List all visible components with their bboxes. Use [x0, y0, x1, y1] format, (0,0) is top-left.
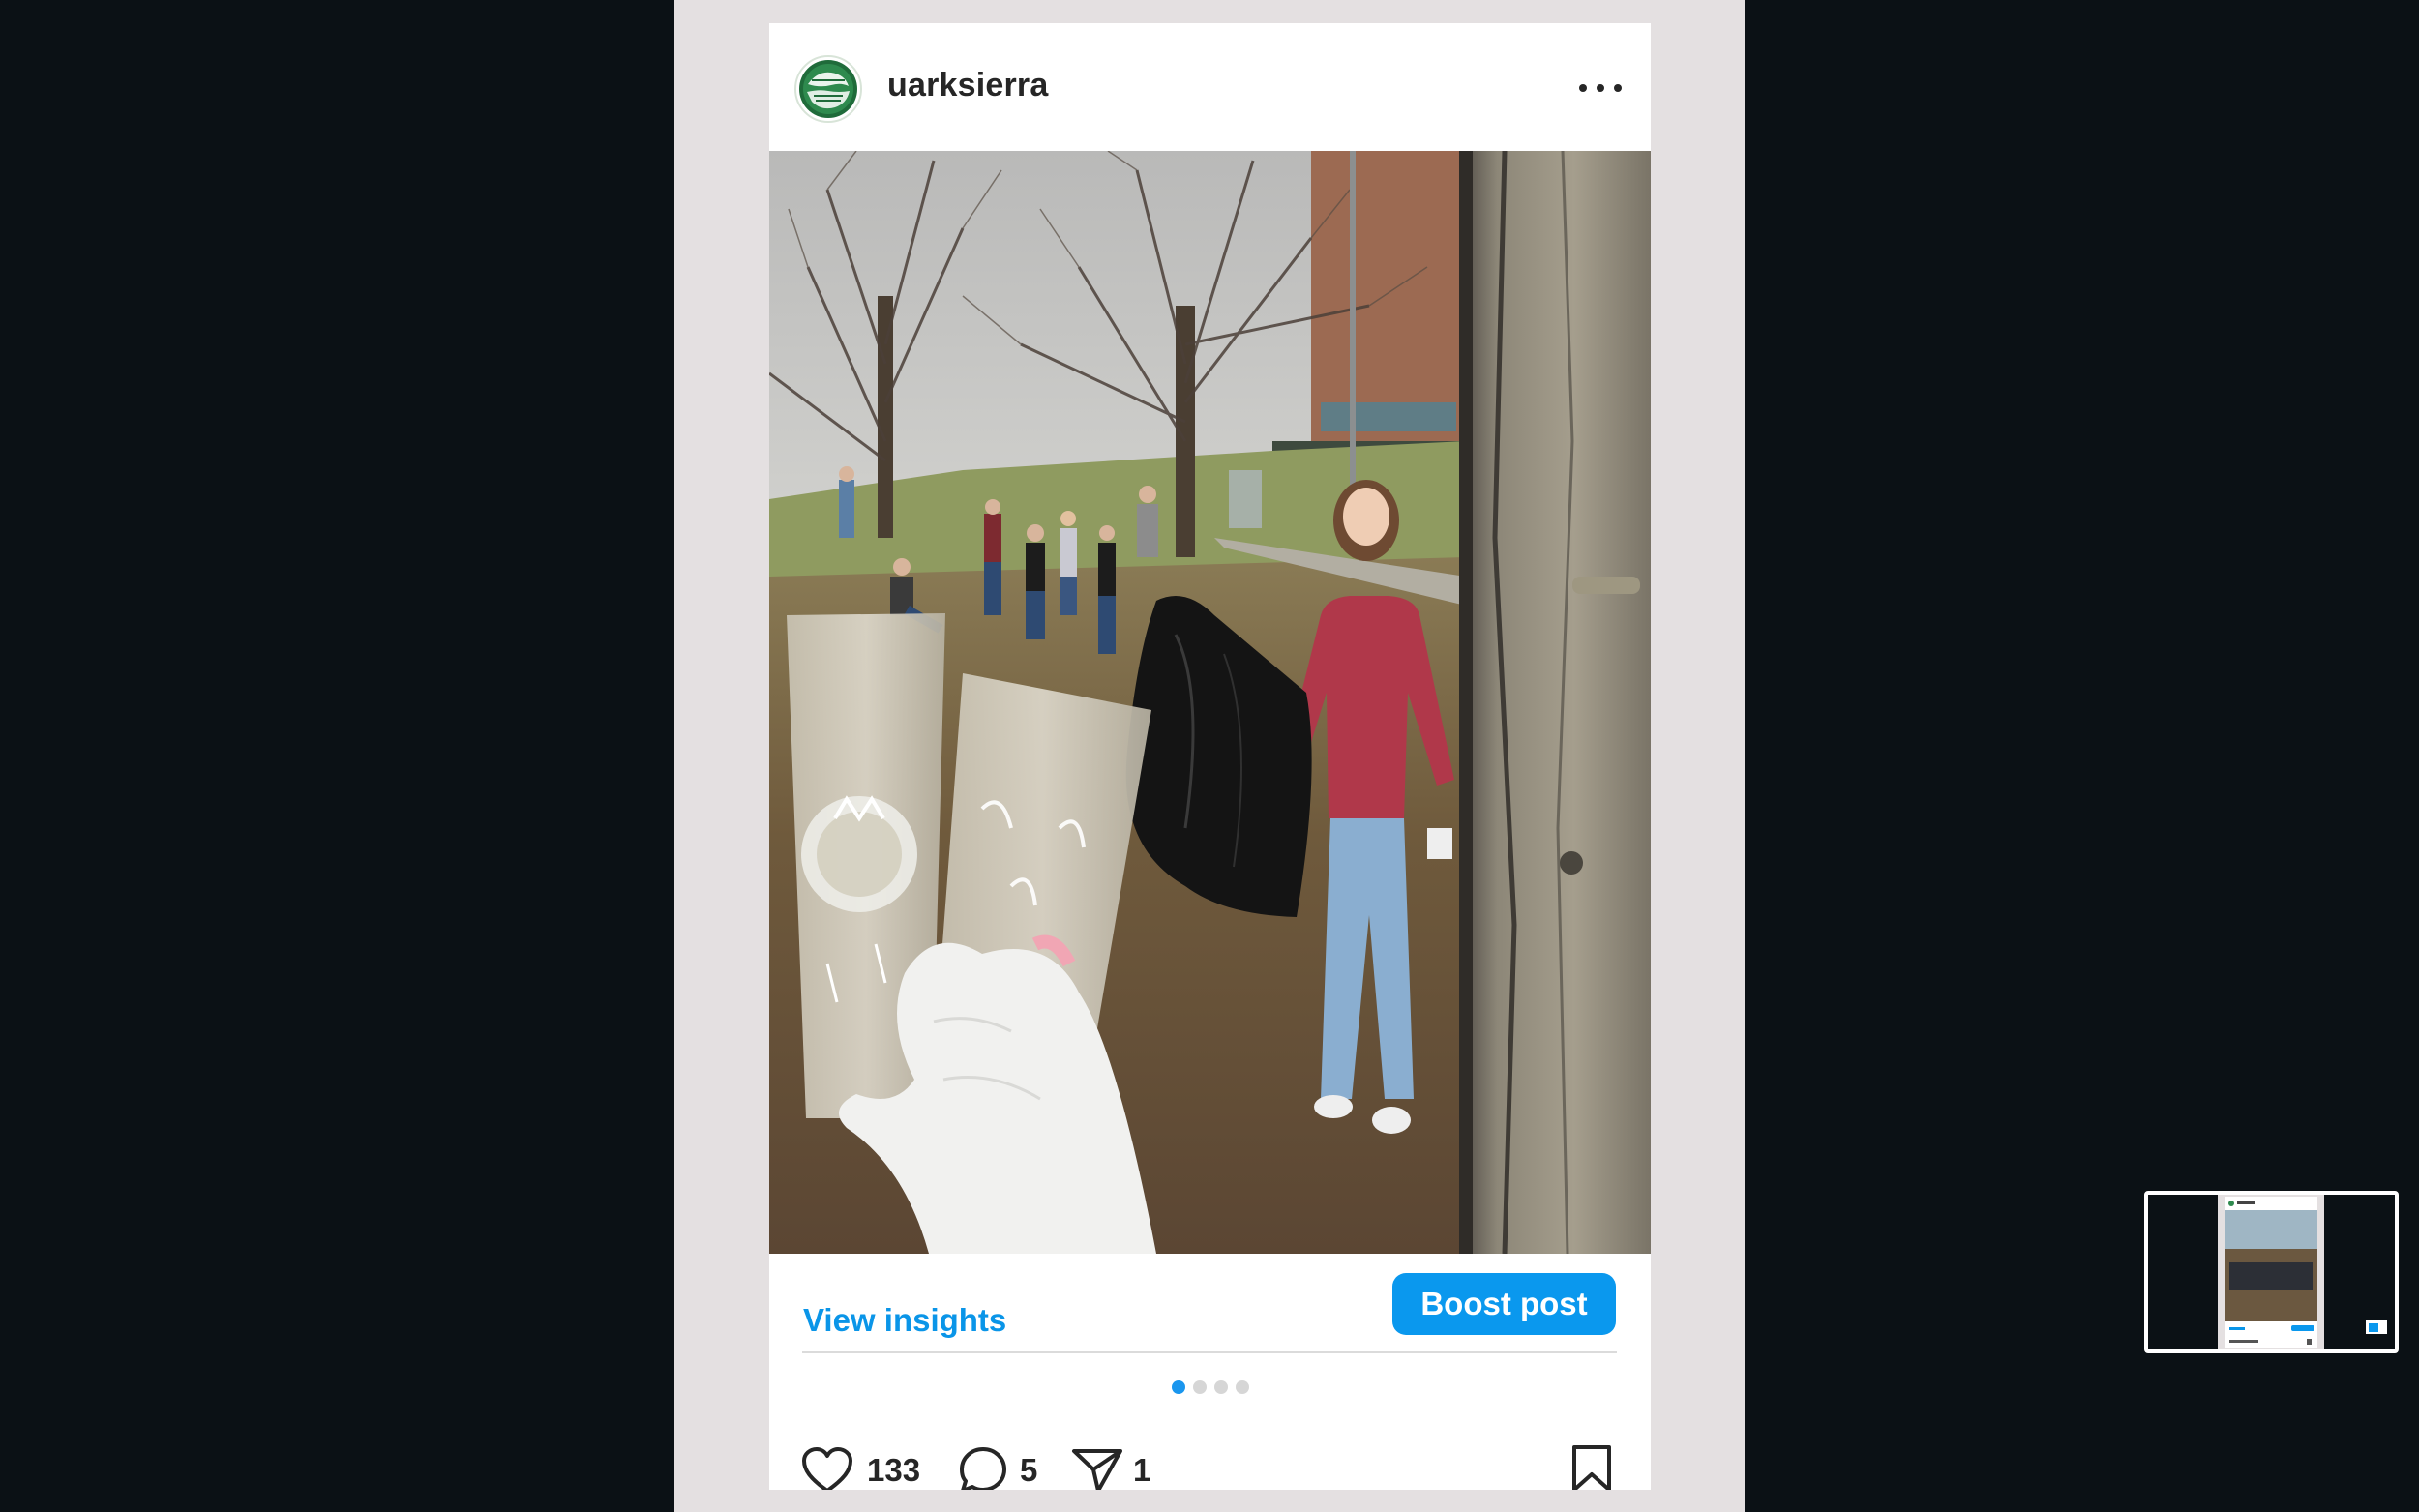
preview-minimap[interactable]: [2144, 1191, 2399, 1353]
view-insights-link[interactable]: View insights: [803, 1302, 1006, 1339]
carousel-indicator: [769, 1380, 1651, 1396]
boost-post-button[interactable]: Boost post: [1392, 1273, 1616, 1335]
comment-bubble-icon: [960, 1447, 1006, 1490]
heart-icon: [802, 1447, 852, 1490]
more-dot-icon: [1614, 84, 1622, 92]
minimap-preview-image: [2148, 1195, 2395, 1349]
carousel-dot[interactable]: [1235, 1380, 1249, 1394]
sierra-logo-icon: [799, 60, 857, 118]
like-count: 133: [867, 1452, 921, 1488]
action-divider: [802, 1351, 1617, 1353]
post-photo[interactable]: [769, 151, 1651, 1254]
post-username[interactable]: uarksierra: [887, 67, 1048, 104]
carousel-dot[interactable]: [1213, 1380, 1228, 1394]
more-options-button[interactable]: [1579, 74, 1622, 103]
more-dot-icon: [1579, 84, 1587, 92]
share-button[interactable]: 1: [1071, 1441, 1150, 1490]
bookmark-icon: [1572, 1445, 1611, 1490]
comment-count: 5: [1020, 1452, 1038, 1488]
cleanup-photo-image: [769, 151, 1651, 1254]
profile-avatar[interactable]: [794, 55, 862, 123]
save-bookmark-button[interactable]: [1566, 1441, 1618, 1490]
like-button[interactable]: 133: [801, 1441, 920, 1490]
more-dot-icon: [1597, 84, 1604, 92]
viewer-background: uarksierra View insights Boost post 133 …: [0, 0, 2419, 1512]
carousel-dot[interactable]: [1192, 1380, 1207, 1394]
instagram-post-card: uarksierra View insights Boost post 133 …: [769, 23, 1651, 1490]
share-count: 1: [1133, 1452, 1151, 1488]
engagement-bar: 133 5 1: [769, 1441, 1651, 1490]
post-header: uarksierra: [769, 23, 1651, 151]
comment-button[interactable]: 5: [958, 1441, 1037, 1490]
carousel-dot-active[interactable]: [1171, 1380, 1185, 1394]
send-paper-plane-icon: [1072, 1449, 1122, 1490]
